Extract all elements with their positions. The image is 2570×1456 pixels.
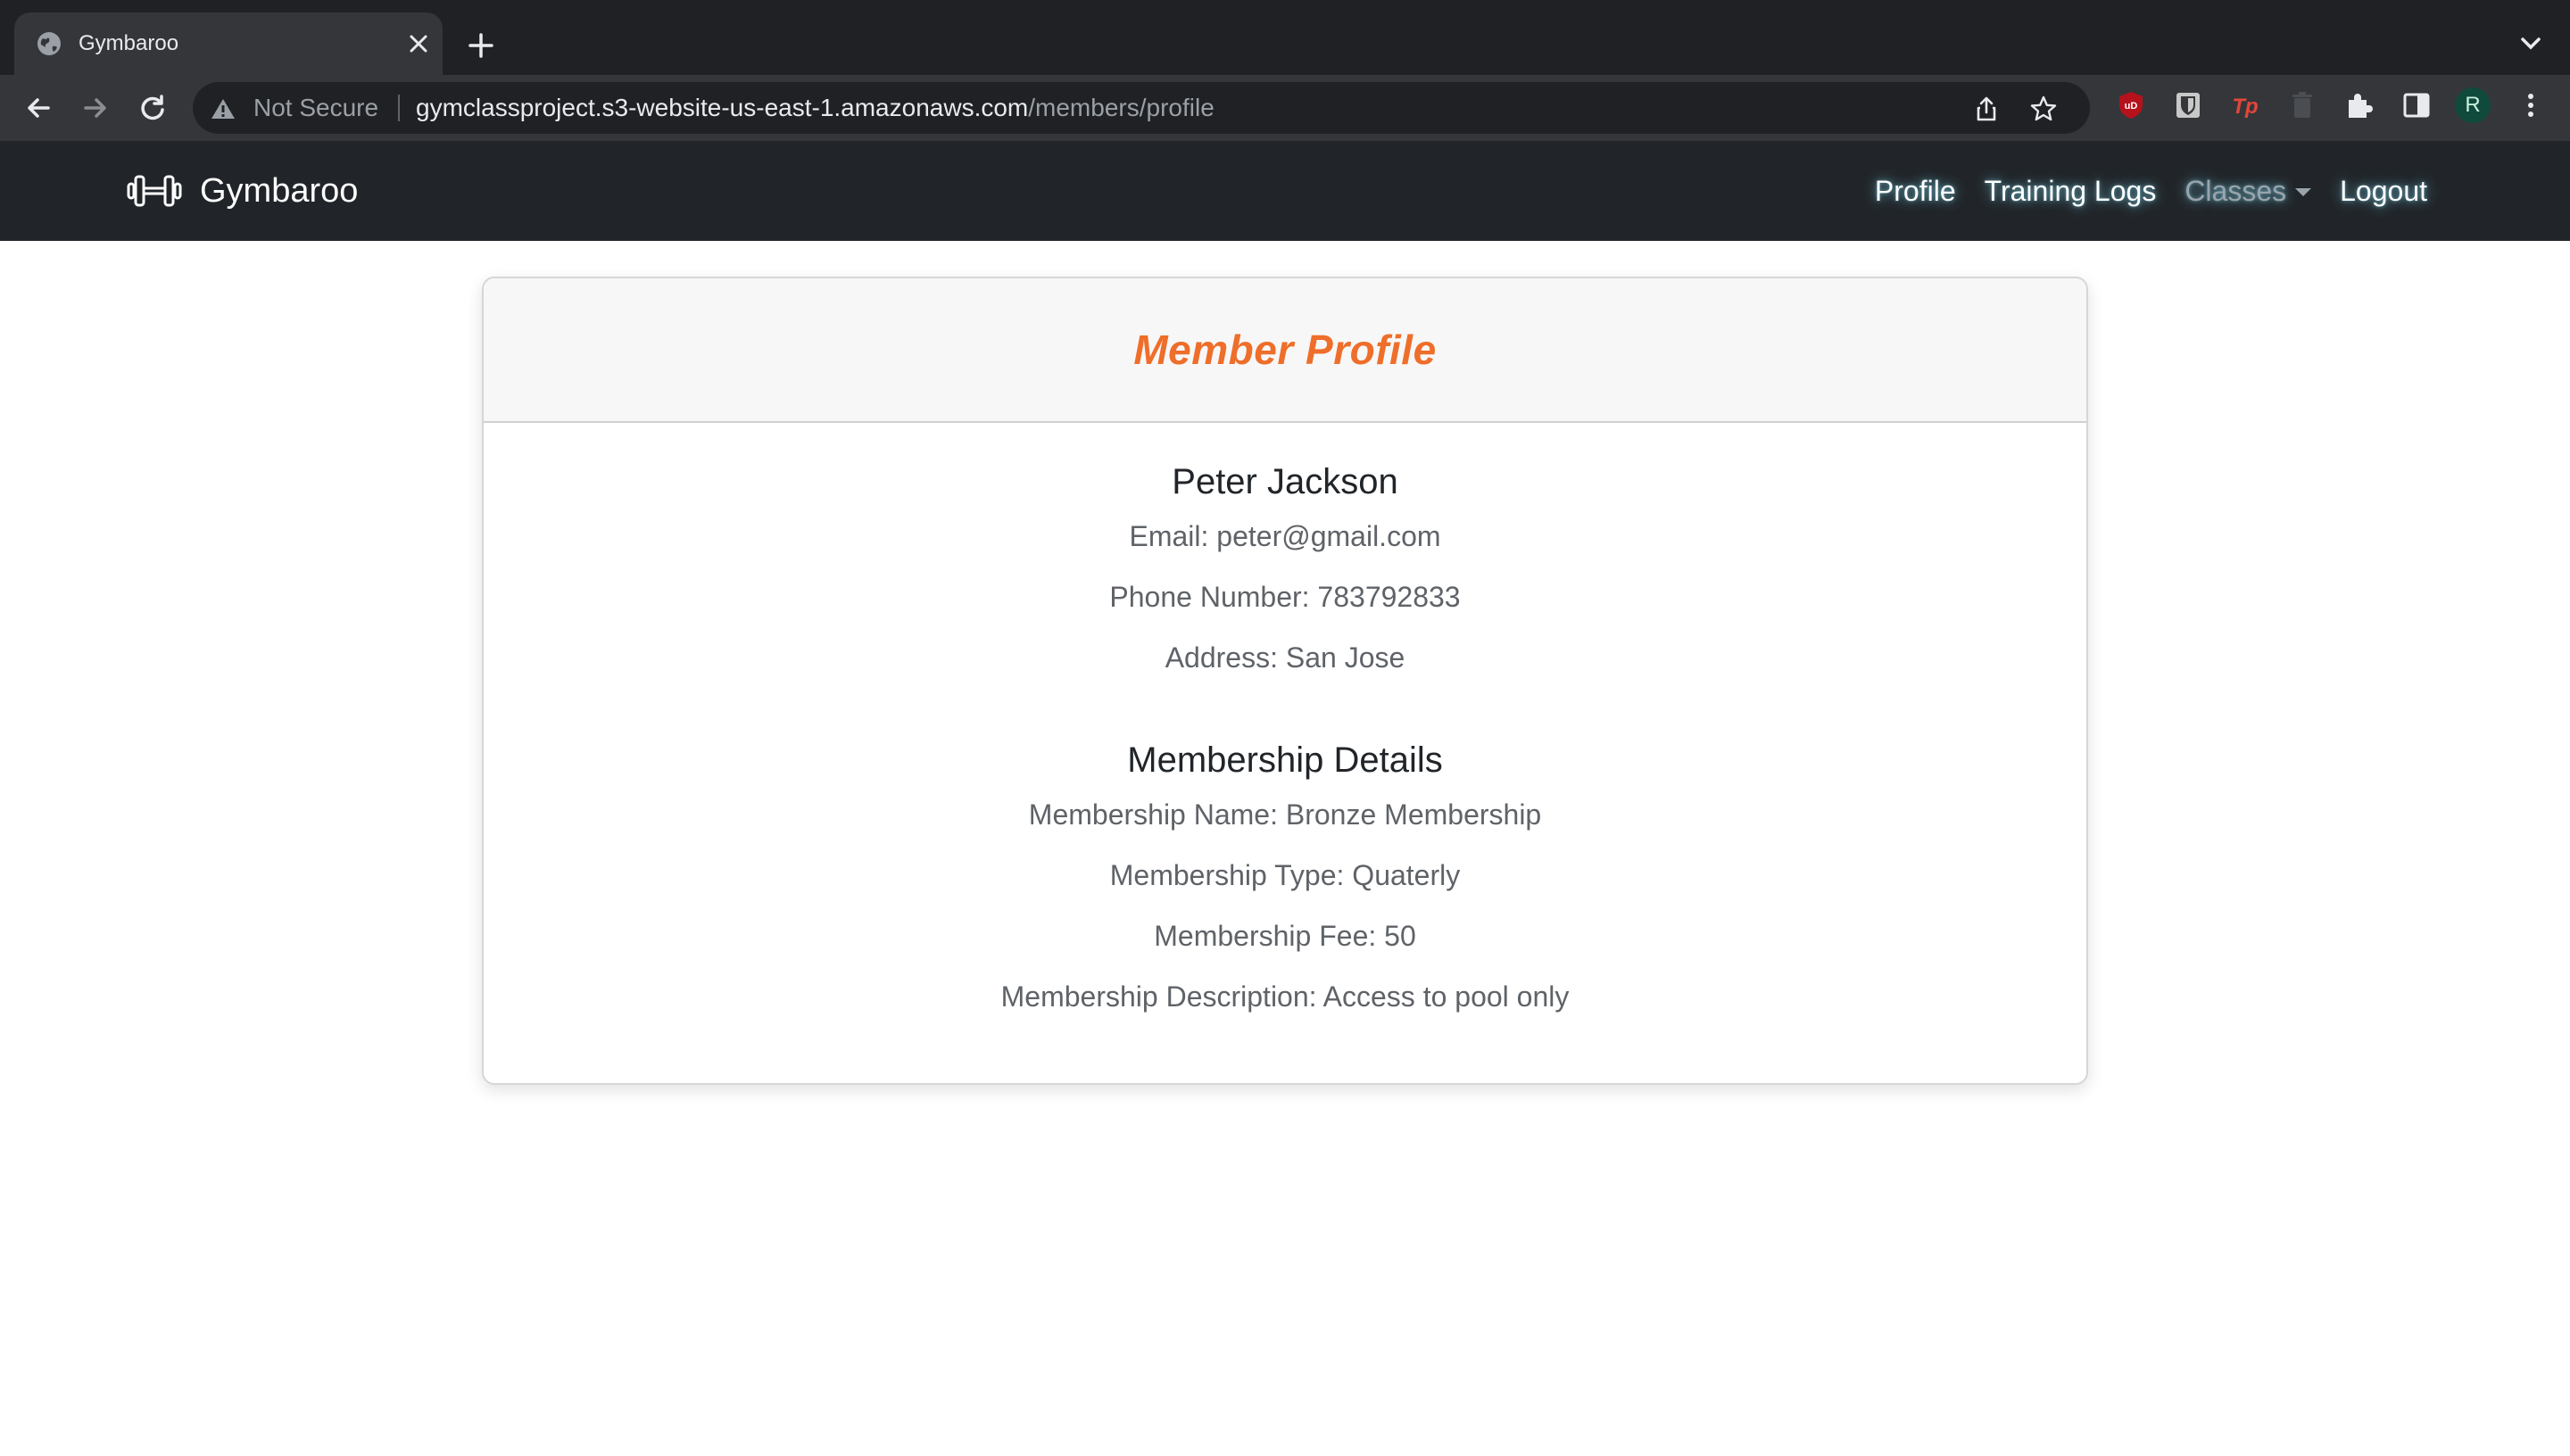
- omnibox-divider: [398, 95, 400, 121]
- avatar-initial: R: [2465, 93, 2481, 117]
- nav-profile-link[interactable]: Profile: [1875, 171, 1956, 211]
- svg-text:Tp: Tp: [2232, 95, 2258, 119]
- trash-extension-icon[interactable]: [2286, 89, 2318, 121]
- back-arrow-icon[interactable]: [23, 93, 54, 123]
- url-path: /members/profile: [1028, 94, 1215, 121]
- bitwarden-extension-icon[interactable]: [2172, 89, 2204, 121]
- caret-down-icon: [2295, 187, 2312, 196]
- warning-icon[interactable]: [211, 97, 236, 120]
- browser-tab[interactable]: Gymbaroo: [14, 12, 443, 75]
- security-status-label[interactable]: Not Secure: [253, 94, 378, 122]
- tp-extension-icon[interactable]: Tp: [2229, 89, 2261, 121]
- tab-title: Gymbaroo: [79, 31, 179, 55]
- svg-text:uD: uD: [2125, 101, 2138, 112]
- url-text[interactable]: gymclassproject.s3-website-us-east-1.ama…: [416, 94, 1215, 122]
- dumbbell-icon: [127, 175, 182, 207]
- nav-classes-label: Classes: [2184, 175, 2287, 207]
- kebab-menu-icon[interactable]: [2515, 89, 2547, 121]
- member-phone: Phone Number: 783792833: [1109, 581, 1461, 613]
- share-icon[interactable]: [1972, 95, 2001, 123]
- brand-link[interactable]: Gymbaroo: [127, 170, 358, 212]
- membership-description: Membership Description: Access to pool o…: [1000, 980, 1570, 1013]
- nav-classes-dropdown[interactable]: Classes: [2184, 171, 2312, 211]
- profile-card: Member Profile Peter Jackson Email: pete…: [482, 277, 2088, 1085]
- card-header: Member Profile: [484, 278, 2086, 423]
- brand-name: Gymbaroo: [200, 172, 359, 210]
- card-body: Peter Jackson Email: peter@gmail.com Pho…: [484, 423, 2086, 1013]
- page-title: Member Profile: [1133, 327, 1437, 373]
- side-panel-icon[interactable]: [2400, 89, 2433, 121]
- forward-arrow-icon[interactable]: [80, 93, 111, 123]
- chevron-down-icon[interactable]: [2518, 34, 2543, 54]
- globe-icon: [37, 32, 61, 55]
- profile-avatar[interactable]: R: [2455, 87, 2491, 123]
- membership-fee: Membership Fee: 50: [1154, 920, 1416, 952]
- member-name: Peter Jackson: [1172, 462, 1398, 501]
- new-tab-icon[interactable]: [466, 30, 496, 61]
- reload-icon[interactable]: [137, 93, 168, 123]
- member-email: Email: peter@gmail.com: [1129, 520, 1441, 552]
- membership-name: Membership Name: Bronze Membership: [1028, 798, 1542, 831]
- address-bar[interactable]: Not Secure gymclassproject.s3-website-us…: [193, 82, 2090, 134]
- bookmark-star-icon[interactable]: [2029, 95, 2058, 123]
- close-tab-icon[interactable]: [407, 32, 430, 55]
- member-address: Address: San Jose: [1165, 641, 1405, 674]
- membership-type: Membership Type: Quaterly: [1109, 859, 1461, 891]
- nav-links: Profile Training Logs Classes Logout: [1846, 171, 2427, 211]
- nav-training-logs-link[interactable]: Training Logs: [1985, 171, 2157, 211]
- ublock-extension-icon[interactable]: uD: [2115, 89, 2147, 121]
- puzzle-extensions-icon[interactable]: [2343, 89, 2375, 121]
- browser-tab-strip: Gymbaroo: [0, 0, 2570, 75]
- membership-heading: Membership Details: [1127, 740, 1443, 780]
- site-navbar: Gymbaroo Profile Training Logs Classes L…: [0, 141, 2570, 241]
- nav-logout-link[interactable]: Logout: [2340, 171, 2427, 211]
- url-host: gymclassproject.s3-website-us-east-1.ama…: [416, 94, 1029, 121]
